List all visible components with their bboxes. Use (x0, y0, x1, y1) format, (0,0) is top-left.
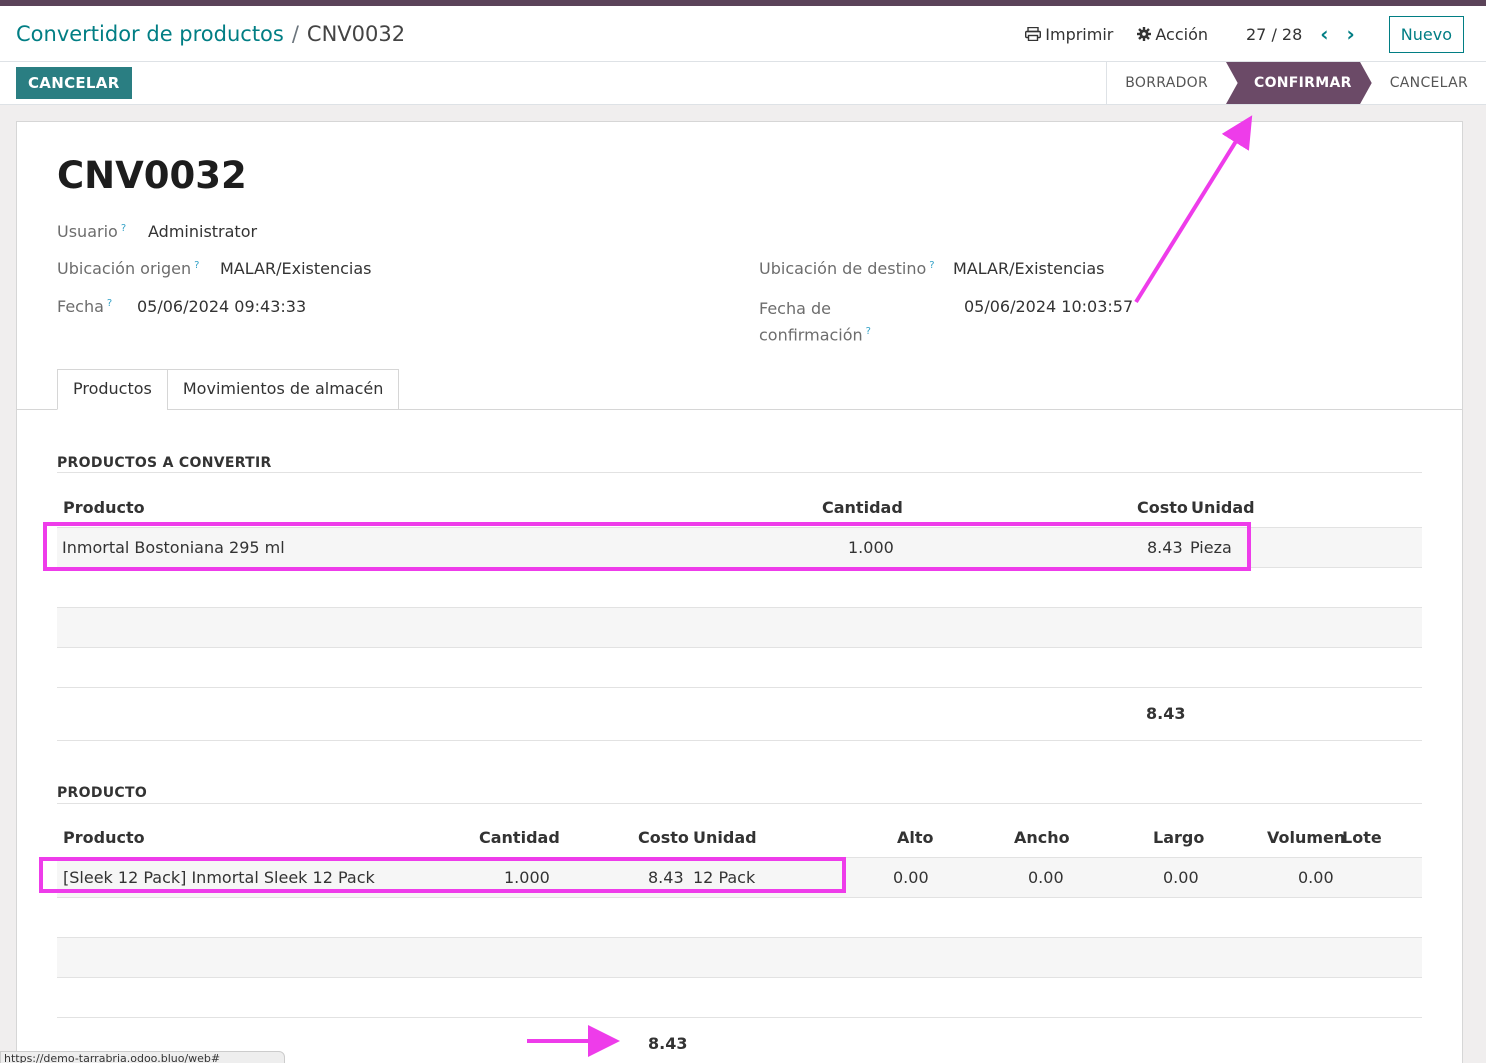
col-header-product[interactable]: Producto (63, 498, 145, 517)
field-confirm-date: Fecha de confirmación? (759, 297, 871, 346)
breadcrumb-parent-link[interactable]: Convertidor de productos (16, 22, 284, 46)
divider (57, 977, 1422, 978)
divider (57, 1017, 1422, 1018)
col-header-volume[interactable]: Volumen (1267, 828, 1345, 847)
print-button[interactable]: Imprimir (1025, 25, 1113, 44)
record-title: CNV0032 (57, 154, 247, 197)
total-cost: 8.43 (1146, 704, 1186, 723)
pager: 27 / 28 ‹ › (1246, 22, 1355, 46)
form-sheet: CNV0032 Usuario? Administrator Ubicación… (16, 121, 1463, 1063)
stage-draft[interactable]: BORRADOR (1107, 62, 1226, 104)
divider (57, 647, 1422, 648)
section-title-convert: PRODUCTOS A CONVERTIR (57, 455, 272, 471)
col-header-length[interactable]: Largo (1153, 828, 1204, 847)
row-length[interactable]: 0.00 (1163, 868, 1199, 887)
help-icon[interactable]: ? (929, 260, 934, 271)
confirm-date-value[interactable]: 05/06/2024 10:03:57 (964, 297, 1133, 316)
divider (57, 472, 1422, 473)
origin-value[interactable]: MALAR/Existencias (220, 259, 371, 278)
printer-icon (1025, 27, 1042, 41)
empty-row (57, 938, 1422, 978)
field-origin: Ubicación origen? (57, 259, 199, 278)
stage-selector: BORRADOR CONFIRMAR CANCELAR (1106, 62, 1486, 104)
chevron-left-icon[interactable]: ‹ (1320, 22, 1328, 46)
col-header-width[interactable]: Ancho (1014, 828, 1070, 847)
row-volume[interactable]: 0.00 (1298, 868, 1334, 887)
help-icon[interactable]: ? (866, 326, 871, 337)
field-user: Usuario? (57, 222, 126, 241)
divider (57, 897, 1422, 898)
user-value[interactable]: Administrator (148, 222, 257, 241)
stage-confirm[interactable]: CONFIRMAR (1226, 62, 1372, 104)
breadcrumb-current: CNV0032 (306, 21, 406, 46)
divider (57, 687, 1422, 688)
date-value[interactable]: 05/06/2024 09:43:33 (137, 297, 306, 316)
col-header-unit[interactable]: Unidad (1191, 498, 1255, 517)
col-header-product[interactable]: Producto (63, 828, 145, 847)
col-header-cost[interactable]: Costo (1137, 498, 1188, 517)
divider (57, 803, 1422, 804)
action-label: Acción (1155, 24, 1208, 44)
row-width[interactable]: 0.00 (1028, 868, 1064, 887)
field-dest: Ubicación de destino? (759, 259, 935, 278)
help-icon[interactable]: ? (121, 223, 126, 234)
breadcrumb-separator: / (291, 21, 299, 46)
stage-cancel[interactable]: CANCELAR (1372, 62, 1486, 104)
status-bar: CANCELAR BORRADOR CONFIRMAR CANCELAR (0, 62, 1486, 105)
row-height[interactable]: 0.00 (893, 868, 929, 887)
highlight-box (39, 857, 846, 893)
col-header-lot[interactable]: Lote (1342, 828, 1382, 847)
col-header-height[interactable]: Alto (897, 828, 934, 847)
pager-value[interactable]: 27 / 28 (1246, 25, 1302, 44)
breadcrumb: Convertidor de productos / CNV0032 (16, 22, 405, 46)
chevron-right-icon[interactable]: › (1347, 22, 1355, 46)
help-icon[interactable]: ? (107, 298, 112, 309)
col-header-cost[interactable]: Costo (638, 828, 689, 847)
help-icon[interactable]: ? (194, 260, 199, 271)
status-url-tooltip: https://demo-tarrabria.odoo.bluo/web# (0, 1051, 285, 1063)
cancel-button[interactable]: CANCELAR (16, 67, 132, 99)
notebook-tabs: Productos Movimientos de almacén (57, 369, 400, 410)
col-header-unit[interactable]: Unidad (693, 828, 757, 847)
total-cost: 8.43 (648, 1034, 688, 1053)
empty-row (57, 608, 1422, 648)
col-header-qty[interactable]: Cantidad (479, 828, 560, 847)
dest-value[interactable]: MALAR/Existencias (953, 259, 1104, 278)
field-date: Fecha? (57, 297, 112, 316)
new-button[interactable]: Nuevo (1388, 15, 1464, 53)
highlight-box (43, 522, 1251, 571)
divider (57, 740, 1422, 741)
control-panel: Convertidor de productos / CNV0032 Impri… (0, 6, 1486, 62)
col-header-qty[interactable]: Cantidad (822, 498, 903, 517)
section-title-product: PRODUCTO (57, 785, 148, 801)
action-button[interactable]: Acción (1137, 25, 1208, 44)
date-label: Fecha (57, 297, 104, 316)
tab-movimientos[interactable]: Movimientos de almacén (166, 369, 400, 410)
gear-icon (1137, 27, 1152, 41)
print-label: Imprimir (1045, 24, 1114, 44)
confirm-date-label-1: Fecha de (759, 299, 831, 318)
tab-productos[interactable]: Productos (57, 369, 168, 410)
origin-label: Ubicación origen (57, 259, 192, 278)
dest-label: Ubicación de destino (759, 259, 927, 278)
confirm-date-label-2: confirmación (759, 325, 863, 345)
user-label: Usuario (57, 222, 118, 241)
